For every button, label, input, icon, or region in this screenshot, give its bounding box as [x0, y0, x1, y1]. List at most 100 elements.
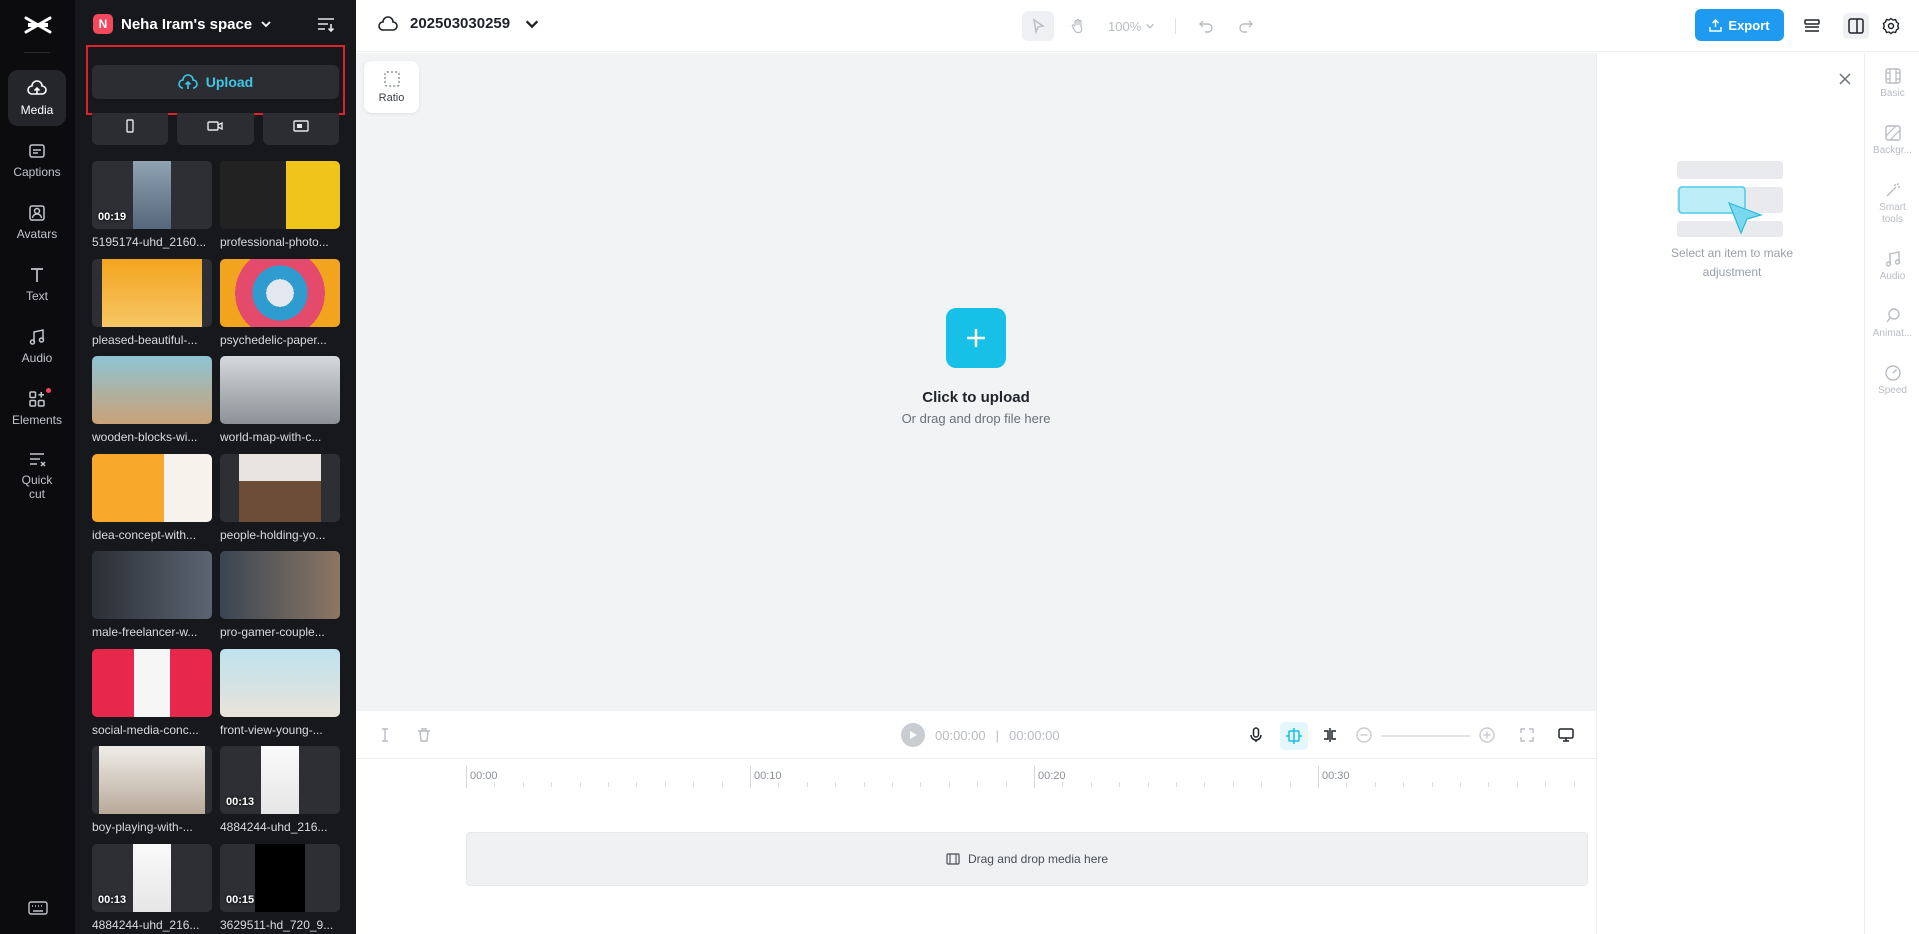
- layers-button[interactable]: [1799, 13, 1825, 39]
- media-name: social-media-conc...: [92, 722, 199, 737]
- panel-layout-button[interactable]: [1843, 13, 1869, 39]
- zoom-select[interactable]: 100%: [1102, 19, 1161, 34]
- time-separator: |: [995, 727, 999, 743]
- tab-speed[interactable]: Speed: [1865, 364, 1919, 397]
- delete-button[interactable]: [415, 726, 433, 744]
- inspector-tabs: Basic Backgr... Smart tools Audio Animat…: [1864, 53, 1919, 934]
- split-button[interactable]: [376, 726, 394, 744]
- zoom-in-button[interactable]: [1478, 726, 1496, 744]
- ruler-label: 00:10: [754, 770, 782, 782]
- ruler-minor-tick: [494, 782, 496, 787]
- zoom-slider[interactable]: [1381, 735, 1471, 737]
- timeline-settings-button[interactable]: [1557, 726, 1575, 744]
- layers-icon: [1804, 19, 1820, 32]
- tab-audio[interactable]: Audio: [1865, 250, 1919, 283]
- workspace-name: Neha Iram's space: [121, 15, 253, 33]
- media-name: 4884244-uhd_216...: [92, 917, 200, 932]
- ruler-minor-tick: [579, 782, 581, 787]
- background-icon: [1884, 125, 1901, 141]
- top-bar: 202503030259 100% Export: [356, 0, 1919, 52]
- ruler-minor-tick: [1403, 782, 1405, 787]
- play-button[interactable]: [901, 723, 925, 747]
- media-item[interactable]: 00:13 4884244-uhd_216...: [220, 746, 340, 844]
- close-icon[interactable]: [1837, 71, 1853, 87]
- tab-background[interactable]: Backgr...: [1865, 124, 1919, 157]
- media-item[interactable]: 00:15 3629511-hd_720_9...: [220, 843, 340, 934]
- ruler-major-tick: [1034, 766, 1035, 788]
- capcut-logo-icon[interactable]: [24, 14, 52, 36]
- inspector-hint: Select an item to make adjustment: [1670, 246, 1794, 279]
- upload-button[interactable]: Upload: [92, 65, 339, 99]
- undo-button[interactable]: [1190, 11, 1222, 41]
- ruler-minor-tick: [806, 782, 808, 787]
- media-item[interactable]: professional-photo...: [220, 161, 340, 259]
- screen-icon: [293, 120, 309, 132]
- export-button[interactable]: Export: [1695, 9, 1784, 41]
- nav-item-text[interactable]: Text: [8, 256, 66, 312]
- media-item[interactable]: pro-gamer-couple...: [220, 551, 340, 649]
- filter-phone[interactable]: [92, 113, 169, 145]
- tab-animation[interactable]: Animat...: [1865, 307, 1919, 340]
- redo-button[interactable]: [1230, 11, 1262, 41]
- timeline-ruler[interactable]: 00:00 00:10 00:20 00:30: [356, 760, 1596, 790]
- ruler-minor-tick: [1289, 782, 1291, 787]
- nav-item-captions[interactable]: Captions: [8, 132, 66, 188]
- nav-item-elements[interactable]: Elements: [8, 380, 66, 436]
- media-item[interactable]: wooden-blocks-wi...: [92, 356, 212, 454]
- sort-icon[interactable]: [317, 16, 335, 32]
- media-item[interactable]: social-media-conc...: [92, 648, 212, 747]
- ruler-minor-tick: [1346, 782, 1348, 787]
- plus-icon: [967, 329, 985, 347]
- upload-plus-button[interactable]: [946, 308, 1006, 368]
- zoom-out-button[interactable]: [1355, 726, 1373, 744]
- ruler-minor-tick: [1374, 782, 1376, 787]
- fullscreen-icon: [1520, 728, 1534, 742]
- timeline-drop-track[interactable]: Drag and drop media here: [466, 832, 1588, 886]
- ruler-minor-tick: [1176, 782, 1177, 787]
- hand-tool[interactable]: [1062, 11, 1094, 41]
- select-tool[interactable]: [1022, 11, 1054, 41]
- filter-screen[interactable]: [262, 113, 339, 145]
- record-button[interactable]: [1247, 726, 1265, 744]
- media-item[interactable]: 00:19 5195174-uhd_2160...: [92, 161, 212, 259]
- media-duration: 00:19: [98, 211, 127, 223]
- workspace-switcher[interactable]: N Neha Iram's space: [93, 14, 272, 34]
- nav-item-avatars[interactable]: Avatars: [8, 194, 66, 250]
- tab-smart-tools[interactable]: Smart tools: [1865, 181, 1919, 226]
- current-time: 00:00:00: [935, 727, 986, 743]
- settings-button[interactable]: [1878, 13, 1904, 39]
- media-item[interactable]: psychedelic-paper...: [220, 258, 340, 357]
- media-item[interactable]: pleased-beautiful-...: [92, 258, 212, 357]
- ruler-major-tick: [750, 766, 751, 788]
- ruler-major-tick: [466, 766, 467, 788]
- inspector-panel: Select an item to make adjustment: [1596, 53, 1864, 934]
- tab-label: Audio: [1879, 271, 1906, 282]
- project-title[interactable]: 202503030259: [378, 15, 542, 32]
- media-item[interactable]: idea-concept-with...: [92, 453, 212, 552]
- nav-item-audio[interactable]: Audio: [8, 318, 66, 374]
- media-name: male-freelancer-w...: [92, 625, 198, 639]
- split-view-icon: [1324, 728, 1336, 742]
- media-item[interactable]: boy-playing-with-...: [92, 746, 212, 844]
- media-name: boy-playing-with-...: [92, 820, 193, 834]
- nav-item-media[interactable]: Media: [8, 70, 66, 126]
- media-item[interactable]: world-map-with-c...: [220, 356, 340, 454]
- media-panel: N Neha Iram's space Upload 00:19 5195174-…: [75, 0, 356, 934]
- canvas-area[interactable]: Ratio Click to upload Or drag and drop f…: [356, 53, 1596, 711]
- ruler-minor-tick: [1119, 782, 1121, 787]
- nav-rail: Media Captions Avatars Text Audio Elemen…: [0, 0, 75, 934]
- split-screen-button[interactable]: [1321, 726, 1339, 744]
- filter-video[interactable]: [177, 113, 254, 145]
- media-item[interactable]: people-holding-yo...: [220, 453, 340, 552]
- magnet-toggle[interactable]: [1280, 722, 1308, 750]
- media-item[interactable]: front-view-young-...: [220, 648, 340, 747]
- aspect-ratio-icon: [383, 71, 400, 87]
- media-item[interactable]: 00:13 4884244-uhd_216...: [92, 843, 212, 934]
- toolbar-divider: [1175, 18, 1177, 34]
- ratio-button[interactable]: Ratio: [364, 61, 419, 113]
- fit-button[interactable]: [1518, 726, 1536, 744]
- nav-item-quick-cut[interactable]: Quick cut: [8, 444, 66, 506]
- keyboard-icon[interactable]: [28, 900, 48, 916]
- tab-basic[interactable]: Basic: [1865, 67, 1919, 100]
- media-item[interactable]: male-freelancer-w...: [92, 551, 212, 649]
